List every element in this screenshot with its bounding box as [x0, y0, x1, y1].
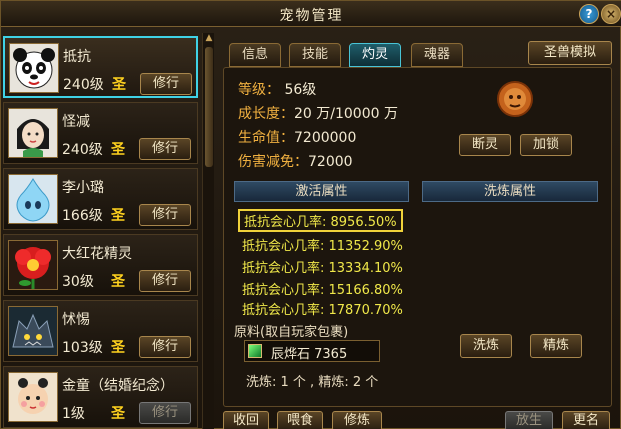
- pet-level: 103级: [62, 340, 103, 356]
- refine-button[interactable]: 精炼: [530, 334, 582, 358]
- train-button[interactable]: 修行: [139, 336, 191, 358]
- help-button[interactable]: ?: [579, 4, 599, 24]
- break-spirit-button[interactable]: 断灵: [459, 134, 511, 156]
- rename-button[interactable]: 更名: [562, 411, 610, 429]
- pet-rank: 圣: [111, 142, 125, 158]
- tab-soul-artifact[interactable]: 魂器: [411, 43, 463, 67]
- beast-avatar-icon: [8, 306, 58, 356]
- tab-info[interactable]: 信息: [229, 43, 281, 67]
- lion-seal-icon: [495, 79, 535, 119]
- train-button[interactable]: 修行: [140, 73, 192, 95]
- material-label: 原料(取自玩家包裹): [234, 325, 349, 340]
- scroll-thumb[interactable]: [205, 47, 213, 167]
- pet-rank: 圣: [111, 274, 125, 290]
- material-slot[interactable]: 辰烨石 7365: [244, 340, 380, 362]
- pet-management-window: 宠物管理 ? × 抵抗 240级 圣 修行 怪减 240级 圣 修行 李小璐 1…: [0, 0, 621, 429]
- attribute-row[interactable]: 抵抗会心几率: 15166.80%: [242, 279, 403, 298]
- pet-level: 240级: [62, 142, 103, 158]
- pet-rank: 圣: [112, 77, 126, 93]
- attribute-row[interactable]: 抵抗会心几率: 11352.90%: [242, 235, 403, 254]
- pet-name: 大红花精灵: [62, 246, 132, 262]
- pet-rank: 圣: [111, 406, 125, 422]
- beast-simulate-button[interactable]: 圣兽模拟: [528, 41, 612, 65]
- pet-level: 1级: [62, 406, 85, 422]
- material-item: 辰烨石 7365: [271, 347, 348, 362]
- pet-name: 金童（结婚纪念）: [62, 378, 174, 394]
- pet-list: 抵抗 240级 圣 修行 怪减 240级 圣 修行 李小璐 166级 圣 修行: [3, 33, 200, 429]
- gem-icon: [248, 344, 262, 358]
- tab-skills[interactable]: 技能: [289, 43, 341, 67]
- scroll-up-icon[interactable]: ▲: [203, 33, 215, 45]
- release-button[interactable]: 放生: [505, 411, 553, 429]
- title-bar: 宠物管理 ? ×: [1, 1, 621, 27]
- pet-card-1[interactable]: 怪减 240级 圣 修行: [3, 102, 198, 164]
- wash-button[interactable]: 洗炼: [460, 334, 512, 358]
- attribute-row[interactable]: 抵抗会心几率: 8956.50%: [238, 209, 403, 232]
- train-button[interactable]: 修行: [139, 270, 191, 292]
- stat-damage-reduction: 伤害减免：72000: [238, 154, 353, 170]
- cost-counts: 洗炼: 1 个 , 精炼: 2 个: [246, 375, 379, 390]
- pet-card-5[interactable]: 金童（结婚纪念） 1级 圣 修行: [3, 366, 198, 428]
- pet-level: 166级: [62, 208, 103, 224]
- close-button[interactable]: ×: [601, 4, 621, 24]
- feed-button[interactable]: 喂食: [277, 411, 323, 429]
- pet-level: 240级: [63, 77, 104, 93]
- pet-card-3[interactable]: 大红花精灵 30级 圣 修行: [3, 234, 198, 296]
- activate-attributes-header: 激活属性: [234, 181, 409, 202]
- pet-name: 怵惕: [62, 312, 90, 328]
- refine-attributes-header: 洗炼属性: [422, 181, 598, 202]
- pet-name: 抵抗: [63, 49, 91, 65]
- girl-avatar-icon: [8, 108, 58, 158]
- stat-growth: 成长度：20 万/10000 万: [238, 106, 398, 122]
- window-title: 宠物管理: [279, 8, 344, 24]
- lock-button[interactable]: 加锁: [520, 134, 572, 156]
- pet-level: 30级: [62, 274, 94, 290]
- panda-avatar-icon: [9, 43, 59, 93]
- pet-list-scrollbar[interactable]: ▲: [202, 33, 214, 429]
- boy-avatar-icon: [8, 372, 58, 422]
- tab-spirit[interactable]: 灼灵: [349, 43, 401, 67]
- stat-level: 等级： 56级: [238, 82, 317, 98]
- train-button[interactable]: 修行: [139, 204, 191, 226]
- attribute-row[interactable]: 抵抗会心几率: 13334.10%: [242, 257, 403, 276]
- pet-card-0[interactable]: 抵抗 240级 圣 修行: [3, 36, 198, 98]
- pet-name: 怪减: [62, 114, 90, 130]
- train-button[interactable]: 修行: [139, 138, 191, 160]
- pet-rank: 圣: [111, 208, 125, 224]
- stat-hp: 生命值：7200000: [238, 130, 357, 146]
- pet-name: 李小璐: [62, 180, 104, 196]
- pet-card-4[interactable]: 怵惕 103级 圣 修行: [3, 300, 198, 362]
- pet-card-2[interactable]: 李小璐 166级 圣 修行: [3, 168, 198, 230]
- attribute-row[interactable]: 抵抗会心几率: 17870.70%: [242, 299, 403, 318]
- pet-rank: 圣: [111, 340, 125, 356]
- flower-avatar-icon: [8, 240, 58, 290]
- cultivate-button[interactable]: 修炼: [332, 411, 382, 429]
- ghost-avatar-icon: [8, 174, 58, 224]
- recall-button[interactable]: 收回: [223, 411, 269, 429]
- train-button[interactable]: 修行: [139, 402, 191, 424]
